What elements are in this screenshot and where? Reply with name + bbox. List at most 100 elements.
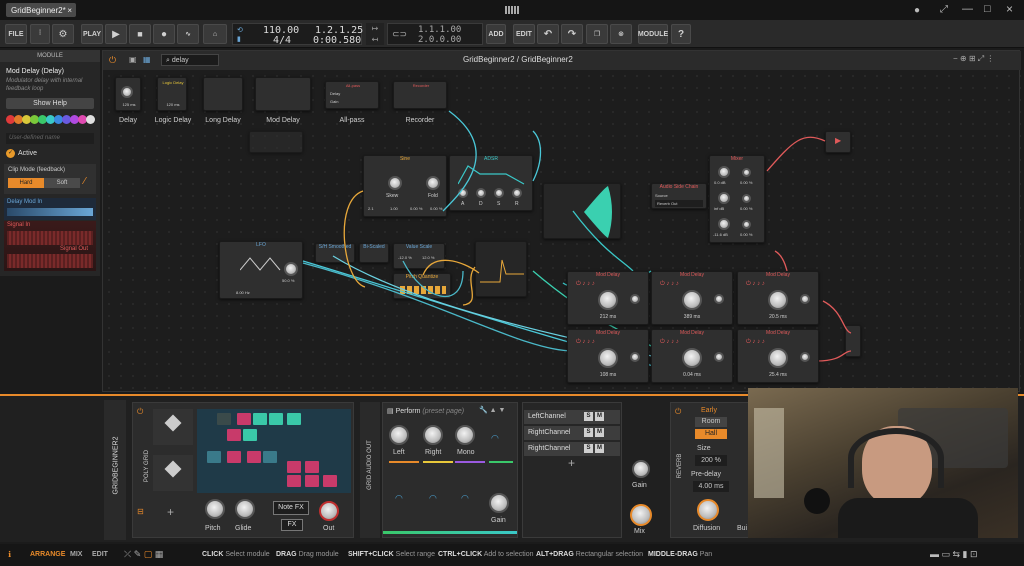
note-fx-button[interactable]: Note FX xyxy=(273,501,309,515)
pitch-quantize-module[interactable]: Pitch Quantize xyxy=(393,273,451,299)
sidechain-source-select[interactable]: Reverb Out xyxy=(655,200,703,207)
note-pad[interactable] xyxy=(207,451,221,463)
mixer-knob-5[interactable] xyxy=(718,218,730,230)
perform-panel[interactable]: ▤ Perform (preset page) 🔧 ▲ ▼ Left Right… xyxy=(382,402,518,538)
note-pad[interactable] xyxy=(217,413,231,425)
lock-icon[interactable]: ▣ xyxy=(129,55,137,64)
note-pad[interactable] xyxy=(287,475,301,487)
delay-time-knob[interactable] xyxy=(598,290,618,310)
solo-button[interactable]: S xyxy=(584,412,593,421)
color-swatches[interactable] xyxy=(6,115,96,125)
mixer-knob-6[interactable] xyxy=(742,220,751,229)
position-time[interactable]: 0:00.580 xyxy=(313,35,361,46)
reverb-power-icon[interactable]: ⏻ xyxy=(675,407,681,417)
loop-start[interactable]: 1.1.1.00 xyxy=(418,25,461,35)
diffusion-knob[interactable] xyxy=(697,499,719,521)
punch-icon[interactable]: ⌂ xyxy=(203,24,227,44)
skew-knob[interactable] xyxy=(388,176,402,190)
gain2-knob[interactable] xyxy=(632,460,650,478)
feedback-knob[interactable] xyxy=(630,352,640,362)
note-pad[interactable] xyxy=(269,413,283,425)
note-pad[interactable] xyxy=(305,475,319,487)
glide-knob[interactable] xyxy=(235,499,255,519)
oscilloscope-module[interactable] xyxy=(543,183,621,239)
adsr-module[interactable]: ADSR A D S R xyxy=(449,155,533,211)
mono-knob[interactable] xyxy=(455,425,475,445)
mix-knob[interactable] xyxy=(630,504,652,526)
note-pad[interactable] xyxy=(227,429,241,441)
feedback-knob[interactable] xyxy=(800,352,810,362)
poly-slot-2[interactable] xyxy=(153,455,193,491)
gain-knob[interactable] xyxy=(489,493,509,513)
mute-button[interactable]: M xyxy=(595,428,604,437)
copy-icon[interactable]: ❐ xyxy=(586,24,608,44)
mod-delay-power-icon[interactable]: ⏻ ♪ ♪ ♪ xyxy=(660,339,679,346)
add-button[interactable]: ADD xyxy=(486,24,506,44)
delete-icon[interactable]: ⊗ xyxy=(610,24,632,44)
delay-time-knob[interactable] xyxy=(682,348,702,368)
note-pad[interactable] xyxy=(227,451,241,463)
channel-row-right-2[interactable]: RightChannel xyxy=(524,442,620,456)
play-icon[interactable]: ▶ xyxy=(105,24,127,44)
grid-view-icon[interactable]: ▦ xyxy=(143,55,151,64)
note-pad[interactable] xyxy=(305,461,319,473)
mod-delay-module[interactable]: Mod Delay ⏻ ♪ ♪ ♪ 389 ms xyxy=(651,271,733,325)
mod-delay-module[interactable]: Mod Delay ⏻ ♪ ♪ ♪ 20.5 ms xyxy=(737,271,819,325)
transport-display[interactable]: ⟲ ▮ 110.00 4/4 1.2.1.25 0:00.580 xyxy=(232,23,363,46)
color-swatch[interactable] xyxy=(86,115,95,124)
fold-knob[interactable] xyxy=(426,176,440,190)
feedback-knob[interactable] xyxy=(800,294,810,304)
solo-button[interactable]: S xyxy=(584,428,593,437)
redo-icon[interactable]: ↷ xyxy=(561,24,583,44)
add-channel-icon[interactable]: + xyxy=(568,456,575,470)
browser-recorder-thumb[interactable]: Recorder xyxy=(393,81,447,109)
mod-delay-module[interactable]: Mod Delay ⏻ ♪ ♪ ♪ 25.4 ms xyxy=(737,329,819,383)
loop-display[interactable]: ⊂⊃ 1.1.1.00 2.0.0.00 xyxy=(387,23,483,45)
channel-row-left[interactable]: LeftChannel xyxy=(524,410,620,424)
delay-time-knob[interactable] xyxy=(682,290,702,310)
channel-row-right[interactable]: RightChannel xyxy=(524,426,620,440)
help-icon[interactable]: ? xyxy=(671,24,691,44)
mod-delay-power-icon[interactable]: ⏻ ♪ ♪ ♪ xyxy=(746,281,765,288)
mute-button[interactable]: M xyxy=(595,412,604,421)
delay-mod-in-port[interactable]: Delay Mod In xyxy=(4,198,96,220)
panel-toggle-icons[interactable]: ▬ ▭ ⇆ ▮ ⊡ xyxy=(930,549,978,560)
wrench-icon[interactable]: 🔧 ▲ ▼ xyxy=(479,406,505,414)
mod-delay-power-icon[interactable]: ⏻ ♪ ♪ ♪ xyxy=(576,281,595,288)
edit-tab[interactable]: EDIT xyxy=(92,551,108,558)
note-pad[interactable] xyxy=(287,413,301,425)
audio-sidechain-module[interactable]: Audio Side Chain Source Reverb Out xyxy=(651,183,707,209)
room-button[interactable]: Room xyxy=(695,417,727,427)
close-window-icon[interactable]: × xyxy=(1006,2,1013,16)
mod-delay-power-icon[interactable]: ⏻ ♪ ♪ ♪ xyxy=(576,339,595,346)
poly-grid-device[interactable]: ⏻ ⊟ POLY GRID + Pitch Glide Note FX FX O… xyxy=(132,402,354,538)
ghost-module[interactable] xyxy=(249,131,303,153)
module-search-input[interactable]: ⌕ delay xyxy=(161,54,219,66)
mixer-module[interactable]: Mixer 0.0 dB 0.00 % inf dB 0.00 % -11.6 … xyxy=(709,155,765,243)
mixer-knob-2[interactable] xyxy=(742,168,751,177)
feedback-knob[interactable] xyxy=(714,352,724,362)
dashboard-icon[interactable]: ⫶ xyxy=(30,24,50,44)
info-icon[interactable]: ℹ xyxy=(8,550,11,559)
stop-icon[interactable]: ■ xyxy=(129,24,151,44)
pitch-quantize-keys[interactable] xyxy=(400,286,446,294)
note-pad[interactable] xyxy=(287,461,301,473)
lfo-amount-knob[interactable] xyxy=(284,262,298,276)
mod-delay-module[interactable]: Mod Delay ⏻ ♪ ♪ ♪ 212 ms xyxy=(567,271,649,325)
project-tab[interactable]: GridBeginner2* × xyxy=(6,3,76,17)
pitch-knob[interactable] xyxy=(205,499,225,519)
mod-delay-module[interactable]: Mod Delay ⏻ ♪ ♪ ♪ 0.04 ms xyxy=(651,329,733,383)
record-icon[interactable]: ● xyxy=(153,24,175,44)
close-tab-icon[interactable]: × xyxy=(67,6,72,15)
mixer-knob-4[interactable] xyxy=(742,194,751,203)
browser-logic-delay-thumb[interactable]: Logic Delay 120 ms xyxy=(157,77,187,111)
poly-slot-1[interactable] xyxy=(153,409,193,445)
module-button[interactable]: MODULE xyxy=(638,24,668,44)
clip-hard-button[interactable]: Hard xyxy=(8,178,44,188)
loop-markers-icon[interactable]: ↦ ↤ xyxy=(366,23,384,45)
add-slot-icon[interactable]: + xyxy=(167,505,174,519)
release-knob[interactable] xyxy=(512,188,522,198)
note-pad[interactable] xyxy=(243,429,257,441)
decay-knob[interactable] xyxy=(476,188,486,198)
mod-delay-power-icon[interactable]: ⏻ ♪ ♪ ♪ xyxy=(660,281,679,288)
